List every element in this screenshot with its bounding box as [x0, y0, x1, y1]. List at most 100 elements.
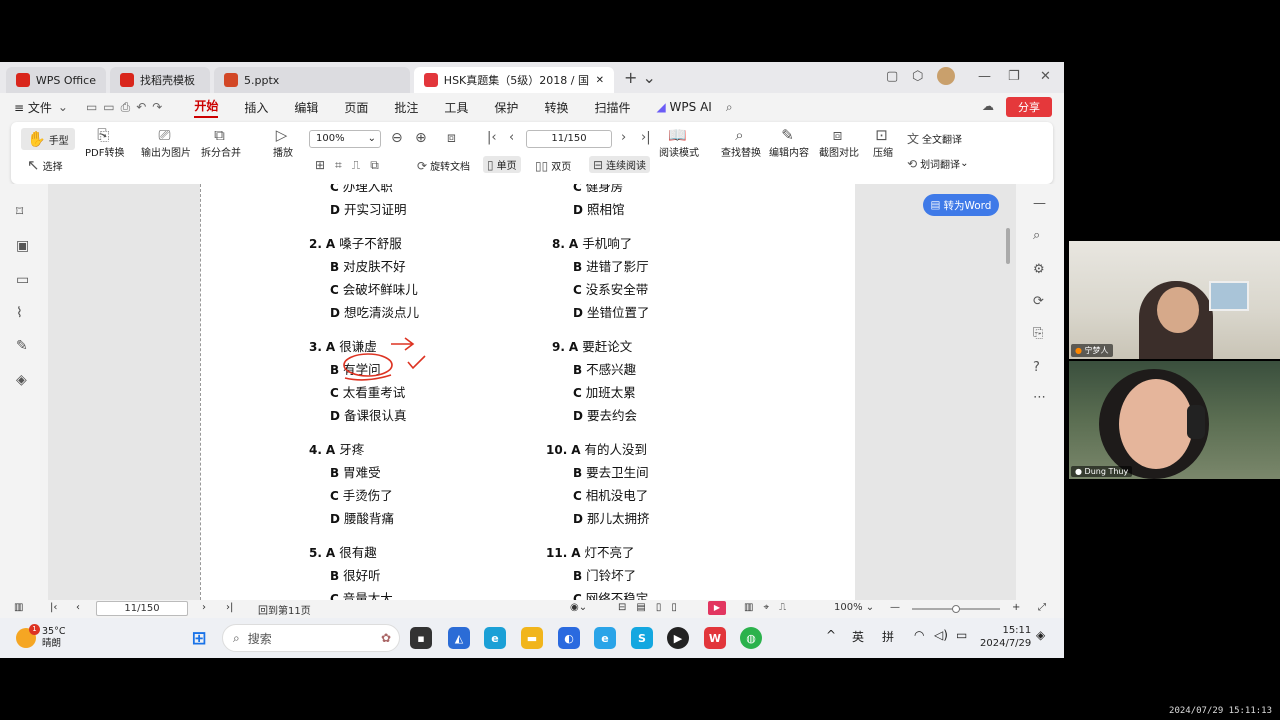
prev-page-icon[interactable]: ‹ [509, 130, 514, 145]
ie-icon[interactable]: e [594, 627, 616, 649]
wps-ai-button[interactable]: ◢ WPS AI [656, 100, 711, 114]
new-tab-icon[interactable]: + ⌄ [624, 68, 656, 87]
menu-insert[interactable]: 插入 [244, 99, 268, 116]
windows-start-icon[interactable]: ⊞ [188, 627, 210, 649]
wps-taskbar-icon[interactable]: W [704, 627, 726, 649]
fullscreen-icon[interactable]: ⤢ [1038, 602, 1046, 613]
settings-sliders-icon[interactable]: ⚙ [1033, 262, 1045, 277]
media-player-icon[interactable]: ▶ [667, 627, 689, 649]
minimize-icon[interactable]: — [978, 69, 991, 84]
signature-icon[interactable]: ✎ [16, 338, 28, 354]
task-view-icon[interactable]: ▪ [410, 627, 432, 649]
folder-icon[interactable]: ▬ [521, 627, 543, 649]
zoom-in-icon[interactable]: + [1012, 602, 1020, 613]
select-tool-button[interactable]: ↖ 选择 [27, 156, 63, 174]
status-zoom-select[interactable]: 100% ⌄ [834, 602, 874, 613]
weather-widget[interactable]: 1 35°C 晴朗 [16, 624, 65, 650]
word-translate-button[interactable]: ⟲ 划词翻译 ⌄ [907, 156, 968, 172]
menu-annotate[interactable]: 批注 [394, 99, 418, 116]
menu-convert[interactable]: 转换 [544, 99, 568, 116]
record-icon[interactable]: ▶ [708, 601, 726, 615]
wifi-icon[interactable]: ◠ [914, 628, 924, 642]
help-icon[interactable]: ? [1033, 360, 1040, 375]
restore-icon[interactable]: ❐ [1008, 69, 1020, 84]
zoom-in-icon[interactable]: ⊕ [415, 130, 427, 146]
find-replace-button[interactable]: ⌕ 查找替换 [721, 126, 761, 159]
avatar[interactable] [937, 67, 955, 85]
last-page-icon[interactable]: ›| [641, 130, 651, 145]
zoom-slider[interactable] [912, 605, 1000, 613]
collapse-icon[interactable]: — [1033, 196, 1046, 211]
eye-icon[interactable]: ◉⌄ [570, 602, 587, 613]
menu-scan[interactable]: 扫描件 [594, 99, 630, 116]
cube-icon[interactable]: ⬡ [912, 69, 923, 84]
fit-icon[interactable]: ⧈ [447, 130, 456, 146]
zoom-out-icon[interactable]: — [890, 602, 900, 613]
share-button[interactable]: 分享 [1006, 97, 1052, 117]
skype-icon[interactable]: S [631, 627, 653, 649]
ime-language[interactable]: 英 [852, 628, 864, 645]
view-mode-icons[interactable]: ⊟▤▯▯ [618, 602, 687, 613]
attachment-icon[interactable]: ⌇ [16, 305, 23, 321]
tab-wps-office[interactable]: WPS Office [6, 67, 106, 93]
play-button[interactable]: ▷ 播放 [273, 126, 293, 159]
export-image-button[interactable]: ⎚ 输出为图片 [141, 126, 191, 159]
last-page-icon[interactable]: ›| [226, 602, 233, 613]
thumbnail-icon[interactable]: ▣ [16, 238, 29, 254]
compress-button[interactable]: ⊡ 压缩 [873, 126, 893, 159]
next-page-icon[interactable]: › [202, 602, 206, 613]
bookmark-icon[interactable]: ⌑ [16, 204, 23, 220]
to-word-button[interactable]: ▤ 转为Word [923, 194, 999, 216]
window-layout-icon[interactable]: ▢ [886, 69, 898, 84]
sync-icon[interactable]: ⟳ [1033, 294, 1044, 309]
search-icon[interactable]: ⌕ [726, 100, 733, 115]
single-page-button[interactable]: ▯ 单页 [483, 156, 521, 173]
next-page-icon[interactable]: › [621, 130, 626, 145]
lens-icon[interactable]: ◐ [558, 627, 580, 649]
continuous-read-button[interactable]: ⊟ 连续阅读 [589, 156, 651, 173]
status-page-input[interactable]: 11/150 [96, 601, 188, 616]
edge-icon[interactable]: e [484, 627, 506, 649]
screenshot-compare-button[interactable]: ⧈ 截图对比 [819, 126, 859, 159]
more-icon[interactable]: ⋯ [1033, 390, 1046, 405]
menu-page[interactable]: 页面 [344, 99, 368, 116]
view-tools-icon[interactable]: ⊞⌗⎍⧉ [315, 158, 389, 173]
edit-content-button[interactable]: ✎ 编辑内容 [769, 126, 809, 159]
first-page-icon[interactable]: |‹ [50, 602, 57, 613]
search-icon[interactable]: ⌕ [1033, 228, 1040, 243]
quick-actions-icon[interactable]: ▭▭⎙↶↷ [86, 100, 168, 115]
wechat-icon[interactable]: ◍ [740, 627, 762, 649]
first-page-icon[interactable]: |‹ [487, 130, 497, 145]
read-mode-button[interactable]: 📖 阅读模式 [659, 126, 699, 159]
close-tab-icon[interactable]: ✕ [596, 75, 604, 86]
clock[interactable]: 15:11 2024/7/29 [980, 624, 1031, 650]
tab-template[interactable]: 找稻壳模板 [110, 67, 210, 93]
zoom-slider-knob[interactable] [952, 605, 960, 613]
photos-icon[interactable]: ◭ [448, 627, 470, 649]
back-to-page-link[interactable]: 回到第11页 [258, 602, 311, 617]
document-area[interactable]: C 办理入职 D 开实习证明 2. A 嗓子不舒服 B 对皮肤不好 C 会破坏鲜… [48, 184, 1016, 600]
taskbar-search[interactable]: ⌕ 搜索 ✿ [222, 624, 400, 652]
layers-icon[interactable]: ◈ [16, 372, 27, 388]
rotate-button[interactable]: ⟳ 旋转文档 [417, 158, 470, 174]
scrollbar-thumb[interactable] [1006, 228, 1010, 264]
full-translate-button[interactable]: 文全文翻译 [907, 130, 962, 147]
double-page-button[interactable]: ▯▯ 双页 [535, 158, 571, 174]
volume-icon[interactable]: ◁) [934, 628, 948, 642]
menu-tools[interactable]: 工具 [444, 99, 468, 116]
menu-protect[interactable]: 保护 [494, 99, 518, 116]
tab-pptx[interactable]: 5.pptx [214, 67, 410, 93]
file-menu[interactable]: ≡ 文件 [14, 99, 52, 116]
ime-mode[interactable]: 拼 [882, 628, 894, 645]
menu-edit[interactable]: 编辑 [294, 99, 318, 116]
sidebar-toggle-icon[interactable]: ▥ [14, 602, 23, 613]
split-merge-button[interactable]: ⧉ 拆分合并 [201, 126, 241, 159]
zoom-out-icon[interactable]: ⊖ [391, 130, 403, 146]
menu-start[interactable]: 开始 [194, 97, 219, 118]
chevron-up-icon[interactable]: ^ [826, 628, 836, 642]
page-input[interactable]: 11/150 [526, 130, 612, 148]
notification-bell-icon[interactable]: ◈ [1036, 628, 1045, 642]
chevron-down-icon[interactable]: ⌄ [58, 100, 68, 114]
pdf-convert-button[interactable]: ⎘ PDF转换 [85, 126, 124, 159]
prev-page-icon[interactable]: ‹ [76, 602, 80, 613]
